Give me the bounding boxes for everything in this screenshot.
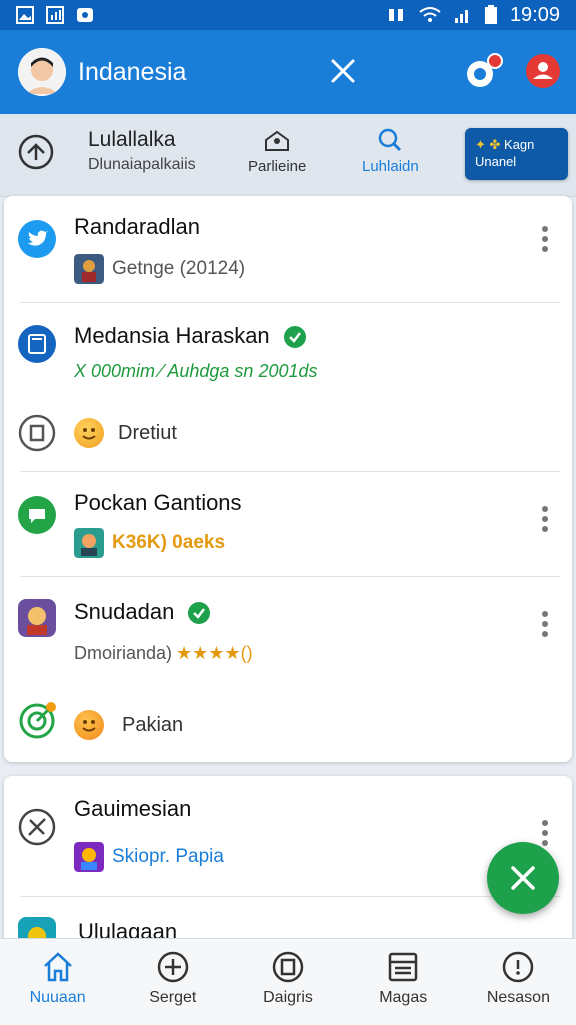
toolbar-group[interactable]: Lulallalka Dlunaiapalkaiis <box>88 128 196 174</box>
partners-icon <box>248 126 306 154</box>
item-title: Pockan Gantions <box>74 490 242 515</box>
fab-close-button[interactable] <box>487 842 559 914</box>
document-icon <box>18 325 56 363</box>
more-options-icon[interactable] <box>540 607 550 641</box>
add-circle-icon <box>156 951 190 983</box>
nav-label: Serget <box>149 989 197 1006</box>
archive-icon <box>18 414 56 452</box>
item-title: Snudadan <box>74 599 175 624</box>
feed-card: Gauimesian Skiopr. Papia Ululagaan <box>4 776 572 956</box>
nav-item-home[interactable]: Nuuaan <box>0 939 115 1025</box>
list-item[interactable]: Medansia Haraskan X 000mim ⁄ Auhdga sn 2… <box>4 303 572 393</box>
game-thumbnail <box>74 842 104 872</box>
inbox-icon <box>386 951 420 983</box>
vibrate-icon <box>386 6 406 24</box>
bottom-nav: Nuuaan Serget Daigris Magas Nesason <box>0 938 576 1025</box>
more-options-icon[interactable] <box>540 502 550 536</box>
item-title: Dretiut <box>118 421 177 444</box>
item-subtitle: X 000mim ⁄ Auhdga sn 2001ds <box>74 361 318 381</box>
avatar[interactable] <box>18 48 66 96</box>
item-subtitle: Getnge (20124) <box>112 258 246 279</box>
smile-emoji-icon <box>74 710 104 740</box>
nav-item-serget[interactable]: Serget <box>115 939 230 1025</box>
profile-icon[interactable] <box>524 52 562 90</box>
close-icon <box>509 864 537 892</box>
toolbar-group-title: Lulallalka <box>88 128 176 151</box>
item-title-row: Medansia Haraskan <box>74 323 306 349</box>
nav-label: Magas <box>379 989 428 1006</box>
game-thumbnail <box>74 528 104 558</box>
smile-emoji-icon <box>74 418 104 448</box>
cta-line2: Unanel <box>475 154 517 169</box>
game-thumbnail <box>74 254 104 284</box>
item-subtitle: K36K) 0aeks <box>112 532 226 553</box>
cta-button[interactable]: ✦ ✤ Kagn Unanel <box>465 128 568 180</box>
item-row: Pakian <box>74 710 183 740</box>
rating-stars: ★★★★() <box>176 643 253 663</box>
search-label: Luhlaidn <box>362 158 419 175</box>
item-subtitle-row: Dmoirianda) ★★★★() <box>74 643 253 664</box>
nav-item-nesason[interactable]: Nesason <box>461 939 576 1025</box>
item-title: Pakian <box>122 713 184 736</box>
list-item[interactable]: Pockan Gantions K36K) 0aeks <box>4 472 572 576</box>
list-item[interactable]: Pakian <box>4 686 572 756</box>
upload-home-icon[interactable] <box>18 134 54 170</box>
image-icon <box>16 6 34 24</box>
feed-card: Randaradlan Getnge (20124) Medansia Hara… <box>4 196 572 762</box>
wifi-icon <box>418 6 442 24</box>
cta-line1: Kagn <box>504 137 535 152</box>
item-title-row: Snudadan <box>74 599 211 625</box>
app-bar: Indanesia <box>0 30 576 114</box>
toolbar-group-subtitle: Dlunaiapalkaiis <box>88 156 196 173</box>
more-options-icon[interactable] <box>540 222 550 256</box>
more-options-icon[interactable] <box>540 816 550 850</box>
nav-label: Daigris <box>263 989 313 1006</box>
signal-icon <box>454 6 472 24</box>
item-subtitle-row: Skiopr. Papia <box>74 842 224 872</box>
item-subtitle-row: Getnge (20124) <box>74 254 245 284</box>
notifications-icon[interactable] <box>462 52 506 92</box>
clock: 19:09 <box>509 3 560 26</box>
tablet-icon <box>271 951 305 983</box>
chart-icon <box>46 6 64 24</box>
item-subtitle: Dmoirianda) <box>74 643 173 663</box>
verified-icon <box>188 602 211 625</box>
tools-icon <box>18 808 56 846</box>
list-item[interactable]: Randaradlan Getnge (20124) <box>4 196 572 302</box>
nav-label: Nesason <box>486 989 550 1006</box>
item-subtitle-row: K36K) 0aeks <box>74 528 225 558</box>
item-title: Gauimesian <box>74 796 192 821</box>
nav-item-daigris[interactable]: Daigris <box>230 939 345 1025</box>
search-icon <box>362 126 419 154</box>
item-row: Dretiut <box>74 418 177 448</box>
app-title: Indanesia <box>78 57 187 86</box>
item-title: Medansia Haraskan <box>74 323 270 348</box>
item-title: Randaradlan <box>74 214 200 239</box>
verified-icon <box>283 326 306 349</box>
nav-label: Nuuaan <box>29 989 86 1006</box>
close-icon[interactable] <box>330 58 356 84</box>
help-icon <box>501 951 535 983</box>
item-subtitle: Skiopr. Papia <box>112 846 224 867</box>
home-icon <box>41 951 75 983</box>
twitter-bird-icon <box>18 220 56 258</box>
sparkle-icon: ✦ ✤ <box>475 137 501 152</box>
chat-icon <box>18 496 56 534</box>
list-item[interactable]: Snudadan Dmoirianda) ★★★★() <box>4 577 572 667</box>
partners-button[interactable]: Parlieine <box>248 126 306 175</box>
message-icon <box>76 6 94 24</box>
toolbar: Lulallalka Dlunaiapalkaiis Parlieine Luh… <box>0 114 576 197</box>
game-avatar-icon <box>18 599 56 637</box>
partners-label: Parlieine <box>248 158 307 175</box>
search-button[interactable]: Luhlaidn <box>362 126 419 175</box>
target-icon <box>18 700 56 739</box>
nav-item-magas[interactable]: Magas <box>346 939 461 1025</box>
list-item[interactable]: Dretiut <box>4 396 572 471</box>
status-bar: 19:09 <box>0 0 576 30</box>
battery-icon <box>484 5 498 25</box>
